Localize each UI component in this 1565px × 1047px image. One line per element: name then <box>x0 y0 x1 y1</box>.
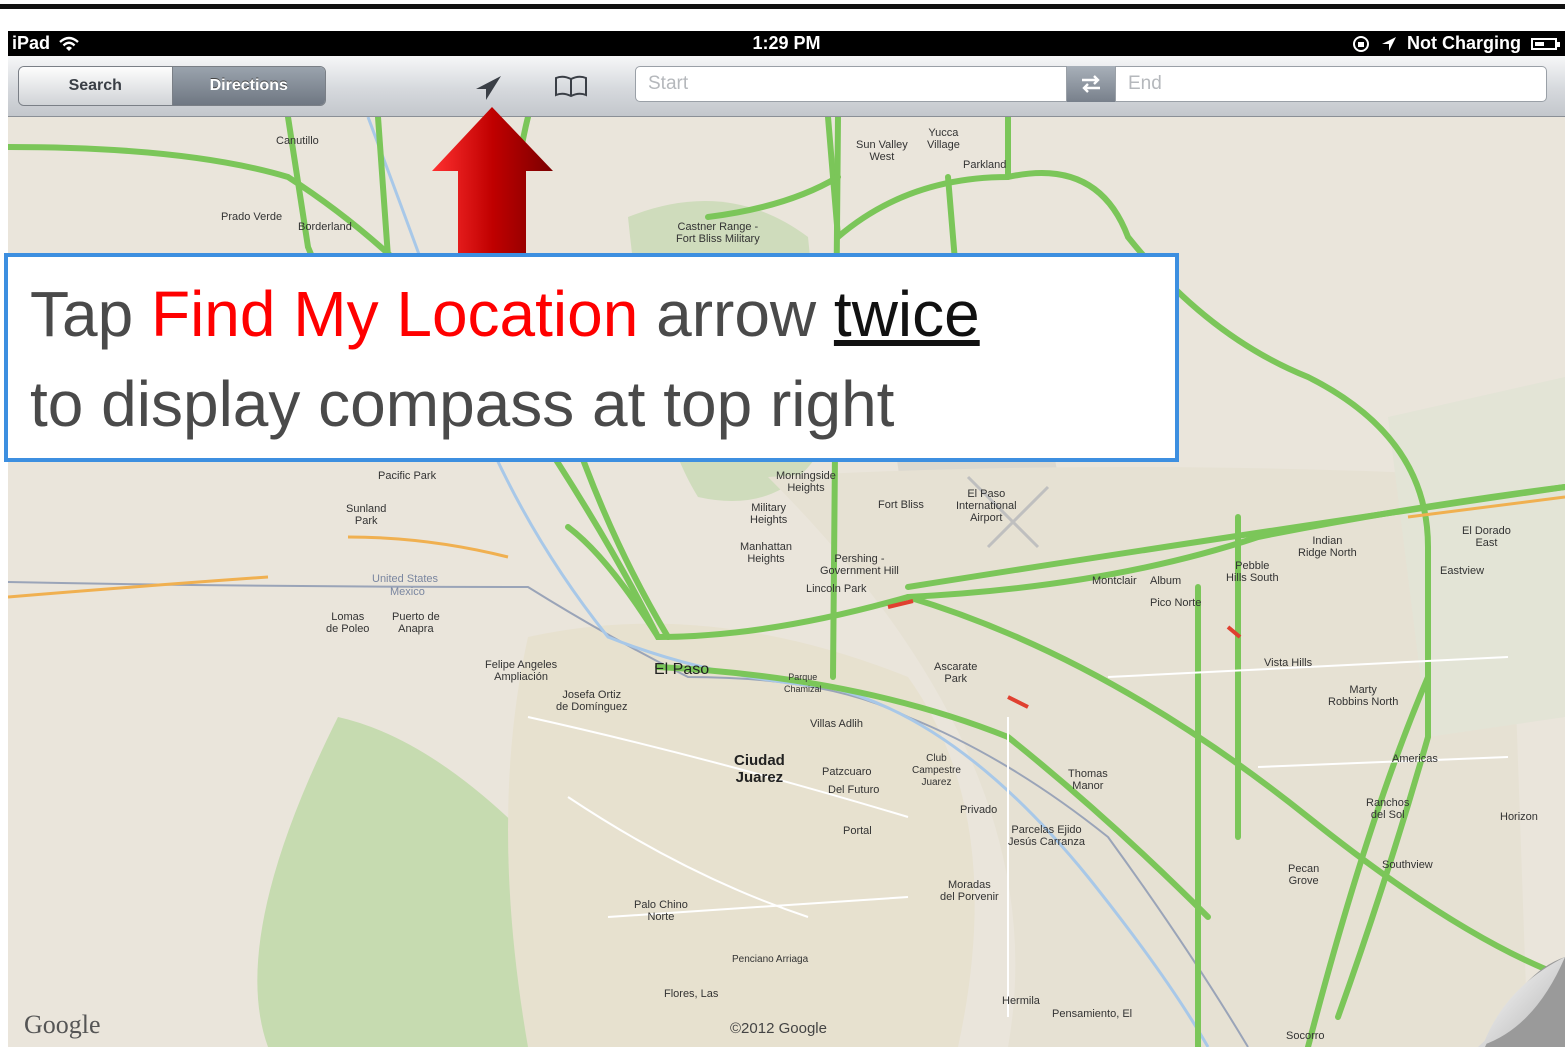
map-label-fort-bliss: Fort Bliss <box>878 499 924 511</box>
top-border <box>0 4 1565 9</box>
map-label-indian-ridge: Indian Ridge North <box>1298 535 1357 559</box>
map-label-sun-valley: Sun Valley West <box>856 139 908 163</box>
swap-button[interactable] <box>1067 66 1115 102</box>
instruction-line-1: Tap Find My Location arrow twice <box>30 277 980 351</box>
map-label-pershing: Pershing - Government Hill <box>820 553 899 577</box>
find-my-location-highlight: Find My Location <box>150 278 639 350</box>
map-label-parque-chamizal: Parque Chamizal <box>784 672 822 694</box>
map-label-military-heights: Military Heights <box>750 502 788 526</box>
battery-icon <box>1531 37 1560 50</box>
map-label-borderland: Borderland <box>298 221 352 233</box>
rotation-lock-icon <box>1353 35 1369 52</box>
mcnutt-rd <box>347 535 509 559</box>
map-label-pensamiento: Pensamiento, El <box>1052 1008 1133 1020</box>
instruction-line-2: to display compass at top right <box>30 368 895 440</box>
map-label-americas: Americas <box>1392 753 1438 765</box>
map-label-felipe-angeles: Felipe Angeles Ampliación <box>485 659 558 683</box>
map-label-club-campestre: Club Campestre Juarez <box>912 753 961 788</box>
map-label-del-futuro: Del Futuro <box>828 784 880 796</box>
map-label-united-states: United States <box>372 573 439 585</box>
instruction-middle: arrow <box>638 278 834 350</box>
map-label-parcelas: Parcelas Ejido Jesús Carranza <box>1008 824 1086 848</box>
map-label-horizon: Horizon <box>1500 811 1538 823</box>
map-label-manhattan-heights: Manhattan Heights <box>740 541 792 565</box>
map-label-moradas: Moradas del Porvenir <box>940 879 999 903</box>
instruction-callout: Tap Find My Location arrow twice to disp… <box>4 253 1179 462</box>
map-label-flores-las: Flores, Las <box>664 988 719 1000</box>
map-label-josefa-ortiz: Josefa Ortiz de Domínguez <box>556 689 628 713</box>
map-label-ascarate-park: Ascarate Park <box>934 661 978 685</box>
map-label-southview: Southview <box>1382 859 1433 871</box>
map-label-patzcuaro: Patzcuaro <box>822 766 872 778</box>
swap-arrows-icon <box>1082 75 1100 93</box>
page-curl-icon[interactable] <box>1465 957 1565 1047</box>
map-label-pico-norte: Pico Norte <box>1150 597 1202 609</box>
map-label-puerto-de-anapra: Puerto de Anapra <box>392 611 440 635</box>
map-label-parkland: Parkland <box>963 159 1007 171</box>
map-label-villas-adlih: Villas Adlih <box>810 718 863 730</box>
map-label-pacific-park: Pacific Park <box>378 470 437 482</box>
map-label-palo-chino: Palo Chino Norte <box>634 899 688 923</box>
map-label-canutillo: Canutillo <box>276 135 319 147</box>
map-label-socorro: Socorro <box>1286 1030 1325 1042</box>
doniphan <box>375 117 391 260</box>
mesa-st <box>565 524 661 640</box>
end-input[interactable]: End <box>1115 66 1547 102</box>
map-label-ranchos-del-sol: Ranchos del Sol <box>1366 797 1410 821</box>
map-label-el-paso: El Paso <box>654 661 710 678</box>
map-label-penciano-arriaga: Penciano Arriaga <box>732 954 809 965</box>
carretera-anapra <box>8 575 269 599</box>
map-label-vista-hills: Vista Hills <box>1264 657 1313 669</box>
map-label-prado-verde: Prado Verde <box>221 211 283 223</box>
map-label-pecan-grove: Pecan Grove <box>1288 863 1320 887</box>
start-input[interactable]: Start <box>635 66 1067 102</box>
map-label-marty-robbins: Marty Robbins North <box>1328 684 1399 708</box>
map-label-montclair: Montclair <box>1092 575 1137 587</box>
map-label-privado: Privado <box>960 804 998 816</box>
locate-arrow-icon[interactable] <box>473 74 503 102</box>
map-label-yucca: Yucca Village <box>927 127 960 151</box>
status-time: 1:29 PM <box>752 33 821 53</box>
urban-area-juarez <box>508 623 975 1047</box>
directions-segment[interactable]: Directions <box>172 67 325 105</box>
map-copyright: ©2012 Google <box>730 1020 827 1037</box>
search-segment[interactable]: Search <box>19 67 173 105</box>
map-label-album: Album <box>1150 575 1182 587</box>
location-services-icon <box>1382 36 1396 51</box>
status-bar: iPad 1:29 PM Not Charging <box>8 31 1565 56</box>
red-pointer-arrow-icon <box>432 107 553 255</box>
map-label-castner-range: Castner Range - Fort Bliss Military <box>676 221 760 245</box>
map-label-ciudad-juarez: Ciudad Juarez <box>734 752 785 786</box>
map-label-el-dorado-east: El Dorado East <box>1462 525 1511 549</box>
twice-emphasis: twice <box>833 278 980 350</box>
map-label-eastview: Eastview <box>1440 565 1485 577</box>
search-directions-segmented-control: Search Directions <box>18 66 326 106</box>
map-label-morningside: Morningside Heights <box>776 470 836 494</box>
map-label-lomas-de-poleo: Lomas de Poleo <box>326 611 370 635</box>
status-right: Not Charging <box>1351 33 1560 54</box>
map-label-airport: El Paso International Airport <box>956 488 1017 524</box>
map-label-mexico: Mexico <box>390 586 425 598</box>
map-label-sunland-park: Sunland Park <box>346 503 387 527</box>
charging-status: Not Charging <box>1407 33 1521 53</box>
map-label-hermila: Hermila <box>1002 995 1040 1007</box>
instruction-prefix: Tap <box>30 278 151 350</box>
maps-toolbar: Search Directions Start End <box>8 56 1565 117</box>
map-label-portal: Portal <box>843 825 872 837</box>
map-label-pebble-hills: Pebble Hills South <box>1226 560 1279 584</box>
bookmarks-book-icon[interactable] <box>553 74 589 98</box>
map-label-lincoln-park: Lincoln Park <box>806 583 867 595</box>
google-logo: Google <box>24 1010 101 1039</box>
map-label-thomas-manor: Thomas Manor <box>1068 768 1108 792</box>
